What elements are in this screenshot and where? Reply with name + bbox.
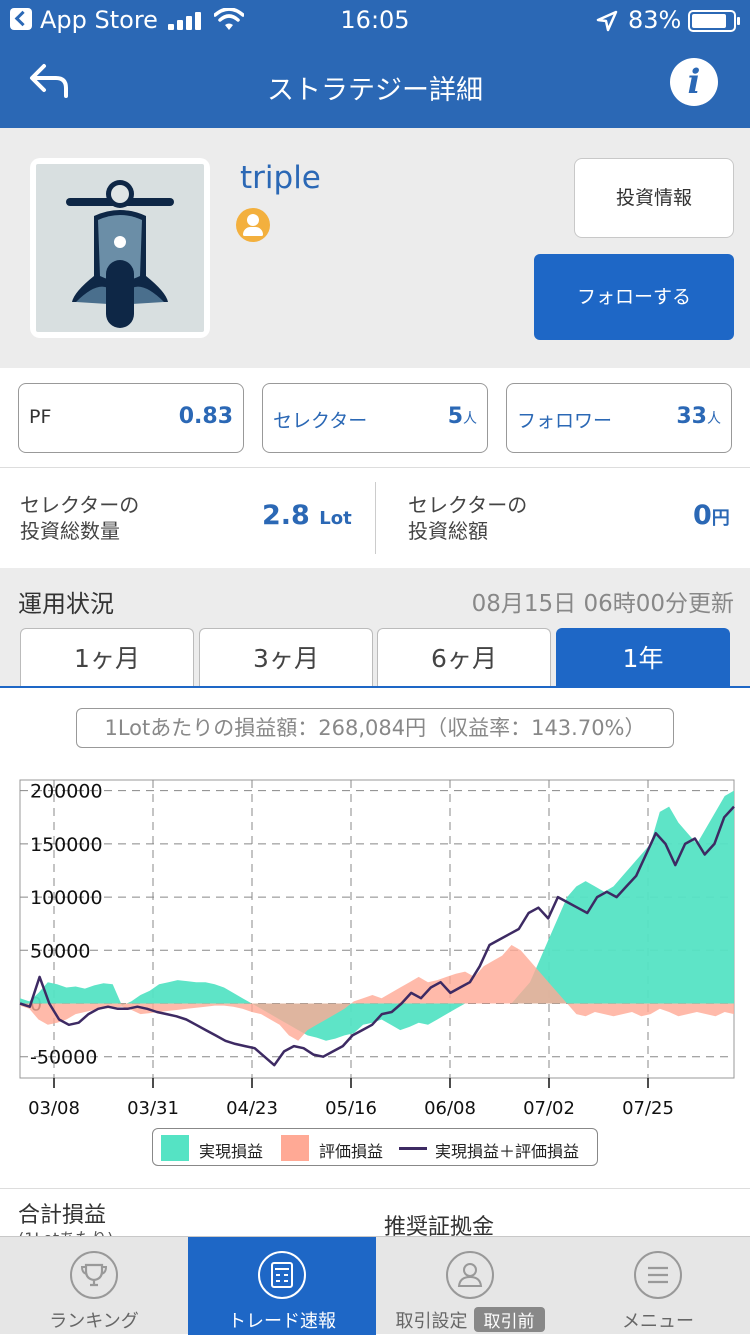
stat-pf-label: PF [29, 406, 52, 428]
tab-trade-news-label: トレード速報 [228, 1311, 336, 1332]
investment-amount-value: 0円 [693, 500, 730, 531]
x-tick-label: 03/08 [28, 1098, 80, 1119]
info-icon[interactable]: i [670, 58, 718, 106]
x-tick-label: 07/02 [523, 1098, 575, 1119]
nav-bar: ストラテジー詳細 i [0, 40, 750, 128]
menu-icon [634, 1251, 682, 1299]
legend-unrealized-label: 評価損益 [319, 1142, 384, 1161]
x-tick-label: 04/23 [226, 1098, 278, 1119]
tab-menu[interactable]: メニュー [564, 1237, 750, 1335]
tab-trade-settings[interactable]: 取引設定 取引前 [376, 1237, 564, 1335]
tab-1-month[interactable]: 1ヶ月 [20, 628, 194, 688]
legend-unrealized-swatch [281, 1135, 309, 1161]
performance-section: 運用状況 08月15日 06時00分更新 1ヶ月 3ヶ月 6ヶ月 1年 [0, 568, 750, 688]
tab-bar: ランキング トレード速報 取引設定 取引前 メニュー [0, 1236, 750, 1335]
recommended-margin-label: 推奨証拠金 [384, 1215, 495, 1238]
y-tick-label: 100000 [30, 887, 103, 909]
legend-total-swatch [399, 1147, 427, 1150]
x-tick-label: 03/31 [127, 1098, 179, 1119]
person-icon [446, 1251, 494, 1299]
stats-row: PF 0.83 セレクター 5人 フォロワー 33人 [0, 368, 750, 468]
y-tick-label: 50000 [30, 940, 90, 962]
chart-svg: 200000150000100000500000-5000003/0803/31… [19, 779, 735, 1119]
tab-underline [0, 686, 750, 688]
legend-realized-swatch [161, 1135, 189, 1161]
follow-button[interactable]: フォローする [534, 254, 734, 340]
x-tick-label: 05/16 [325, 1098, 377, 1119]
legend-realized-label: 実現損益 [199, 1142, 264, 1161]
calculator-icon [258, 1251, 306, 1299]
pre-trade-badge: 取引前 [473, 1307, 545, 1332]
scooter-icon [66, 180, 174, 328]
status-bar: App Store 16:05 83% [0, 0, 750, 40]
tab-menu-label: メニュー [622, 1311, 694, 1332]
section-heading: 運用状況 [18, 590, 114, 618]
investment-quantity-label: セレクターの 投資総数量 [20, 493, 140, 543]
user-icon [236, 208, 270, 242]
stat-follower[interactable]: フォロワー 33人 [506, 383, 732, 453]
tab-ranking[interactable]: ランキング [0, 1237, 188, 1335]
stat-follower-value: 33人 [676, 404, 721, 429]
location-icon [596, 10, 618, 32]
x-tick-label: 06/08 [424, 1098, 476, 1119]
summary-details: 合計損益 (1Lotあたり) 推奨証拠金 [0, 1188, 750, 1238]
y-tick-label: 200000 [30, 781, 103, 803]
investment-amount-label: セレクターの 投資総額 [408, 493, 528, 543]
investment-quantity-value: 2.8 Lot [262, 500, 352, 531]
tab-6-months[interactable]: 6ヶ月 [377, 628, 551, 688]
y-tick-label: 150000 [30, 834, 103, 856]
strategy-profile: triple 投資情報 フォローする [0, 128, 750, 368]
tab-1-year[interactable]: 1年 [556, 628, 730, 688]
x-tick-label: 07/25 [622, 1098, 674, 1119]
updated-time: 08月15日 06時00分更新 [471, 591, 734, 617]
y-tick-label: -50000 [30, 1047, 97, 1069]
page-title: ストラテジー詳細 [267, 75, 483, 106]
stat-selector-value: 5人 [447, 404, 477, 429]
stat-pf: PF 0.83 [18, 383, 244, 453]
chart-legend: 実現損益 評価損益 実現損益＋評価損益 [152, 1128, 598, 1166]
selector-totals: セレクターの 投資総数量 2.8 Lot セレクターの 投資総額 0円 [0, 468, 750, 568]
battery-percent: 83% [628, 6, 682, 34]
invest-info-button[interactable]: 投資情報 [574, 158, 734, 238]
avatar [30, 158, 210, 338]
battery-icon [688, 10, 740, 32]
stat-selector-label: セレクター [273, 410, 368, 432]
strategy-name: triple [240, 160, 321, 196]
profit-summary: 1Lotあたりの損益額：268,084円（収益率：143.70%） [76, 708, 674, 748]
trophy-icon [70, 1251, 118, 1299]
tab-ranking-label: ランキング [49, 1311, 139, 1332]
stat-follower-label: フォロワー [517, 410, 613, 432]
stat-pf-value: 0.83 [178, 404, 233, 429]
legend-total-label: 実現損益＋評価損益 [435, 1142, 580, 1161]
tab-trade-settings-label: 取引設定 取引前 [376, 1307, 564, 1333]
tab-3-months[interactable]: 3ヶ月 [199, 628, 373, 688]
divider [375, 482, 376, 554]
stat-selector[interactable]: セレクター 5人 [262, 383, 488, 453]
profit-chart: 200000150000100000500000-5000003/0803/31… [0, 760, 750, 1180]
tab-trade-news[interactable]: トレード速報 [188, 1237, 376, 1335]
